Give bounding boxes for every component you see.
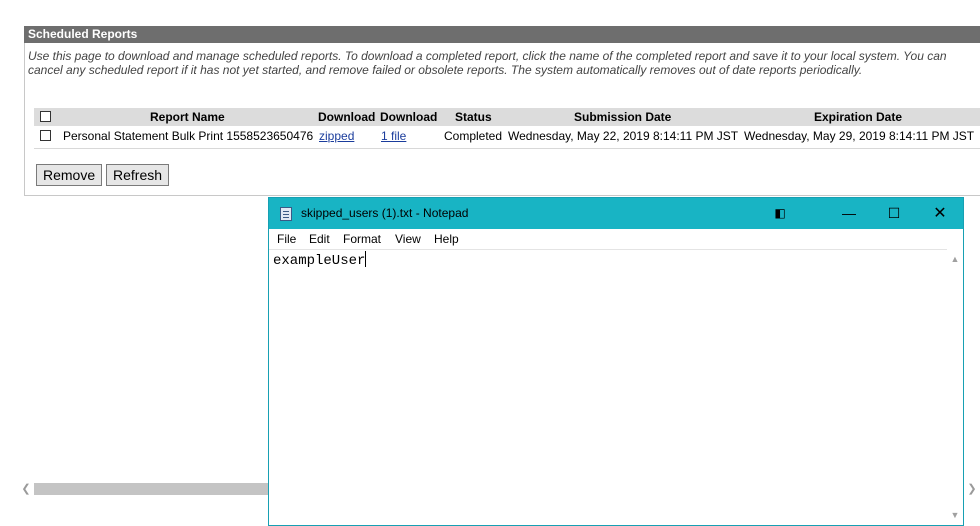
menu-help[interactable]: Help: [434, 232, 459, 246]
scrollbar-thumb[interactable]: [34, 483, 286, 495]
download-zipped-link[interactable]: zipped: [319, 129, 354, 143]
minimize-button[interactable]: —: [826, 198, 872, 229]
menu-view[interactable]: View: [395, 232, 421, 246]
report-name-cell: Personal Statement Bulk Print 1558523650…: [63, 129, 314, 143]
close-button[interactable]: ✕: [917, 198, 963, 229]
select-all-checkbox[interactable]: [40, 111, 51, 122]
remove-button[interactable]: Remove: [36, 164, 103, 186]
status-cell: Completed: [444, 129, 503, 143]
menu-file[interactable]: File: [277, 232, 296, 246]
tablet-mode-icon[interactable]: ◧: [757, 198, 803, 229]
scroll-left-icon[interactable]: ❮: [18, 481, 34, 497]
submission-date-cell: Wednesday, May 22, 2019 8:14:11 PM JST: [508, 129, 739, 143]
menu-edit[interactable]: Edit: [309, 232, 330, 246]
notepad-vertical-scrollbar[interactable]: ▲ ▼: [947, 249, 963, 525]
refresh-button[interactable]: Refresh: [106, 164, 170, 186]
notepad-icon: [280, 207, 292, 221]
scroll-up-icon[interactable]: ▲: [947, 251, 963, 267]
text-caret: [365, 251, 367, 267]
header-report-name: Report Name: [150, 110, 225, 124]
download-file-link[interactable]: 1 file: [381, 129, 406, 143]
header-download-zipped: Download: [318, 110, 376, 124]
table-header-row: Report Name Download Download Status Sub…: [34, 108, 980, 126]
notepad-title-bar[interactable]: skipped_users (1).txt - Notepad ◧ — ☐ ✕: [269, 198, 963, 229]
menu-format[interactable]: Format: [343, 232, 381, 246]
scroll-down-icon[interactable]: ▼: [947, 507, 963, 523]
panel-description: Use this page to download and manage sch…: [28, 49, 947, 77]
scroll-right-icon[interactable]: ❯: [964, 481, 980, 497]
header-status: Status: [455, 110, 492, 124]
notepad-title: skipped_users (1).txt - Notepad: [301, 206, 469, 220]
notepad-content: exampleUser: [273, 253, 366, 269]
expiration-date-cell: Wednesday, May 29, 2019 8:14:11 PM JST: [744, 129, 975, 143]
maximize-button[interactable]: ☐: [871, 198, 917, 229]
notepad-text-area[interactable]: exampleUser: [273, 251, 949, 521]
row-checkbox[interactable]: [40, 130, 51, 141]
header-download-file: Download: [380, 110, 438, 124]
panel-title: Scheduled Reports: [24, 26, 980, 43]
notepad-menu-bar: File Edit Format View Help: [269, 229, 963, 250]
header-submission-date: Submission Date: [574, 110, 672, 124]
header-expiration-date: Expiration Date: [814, 110, 903, 124]
reports-table: Report Name Download Download Status Sub…: [34, 108, 980, 149]
notepad-window: skipped_users (1).txt - Notepad ◧ — ☐ ✕ …: [268, 197, 964, 526]
